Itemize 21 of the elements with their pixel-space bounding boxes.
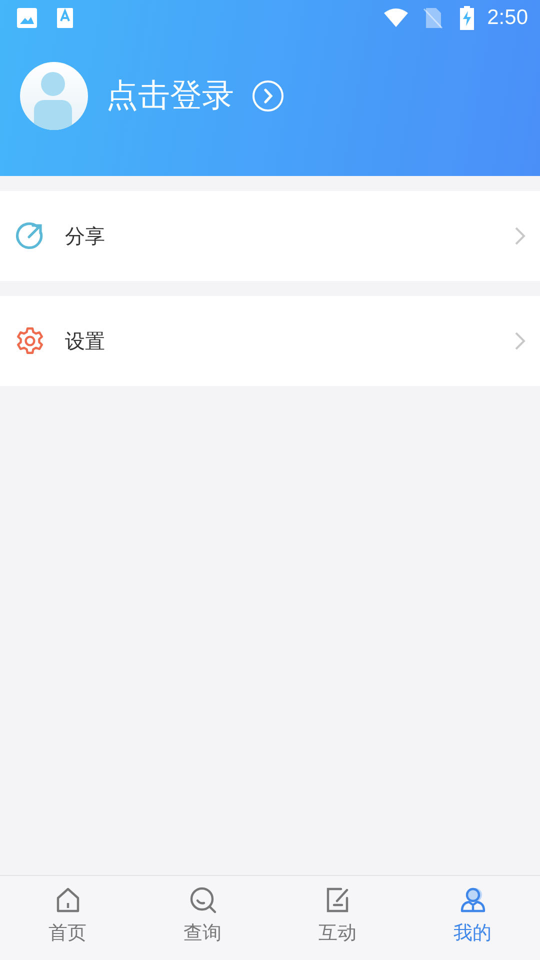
tab-item[interactable]: 我的 <box>405 876 540 960</box>
avatar-icon[interactable] <box>20 62 88 130</box>
settings-icon <box>15 326 45 356</box>
wifi-icon <box>383 8 410 28</box>
tab-item[interactable]: 互动 <box>270 876 405 960</box>
tab-item[interactable]: 查询 <box>135 876 270 960</box>
person-icon <box>458 886 486 914</box>
chevron-right-icon <box>514 331 526 351</box>
search-icon <box>188 886 216 914</box>
battery-icon <box>459 6 476 30</box>
chevron-right-icon <box>514 226 526 246</box>
menu-item[interactable]: 分享 <box>0 191 540 281</box>
image-icon <box>16 7 38 29</box>
no-sim-icon <box>423 7 444 29</box>
login-prompt[interactable]: 点击登录 <box>106 74 234 118</box>
font-icon <box>56 7 74 29</box>
chevron-right-icon[interactable] <box>252 80 284 112</box>
status-time: 2:50 <box>487 6 528 30</box>
share-icon <box>15 221 45 251</box>
menu-item[interactable]: 设置 <box>0 296 540 386</box>
tab-item[interactable]: 首页 <box>0 876 135 960</box>
